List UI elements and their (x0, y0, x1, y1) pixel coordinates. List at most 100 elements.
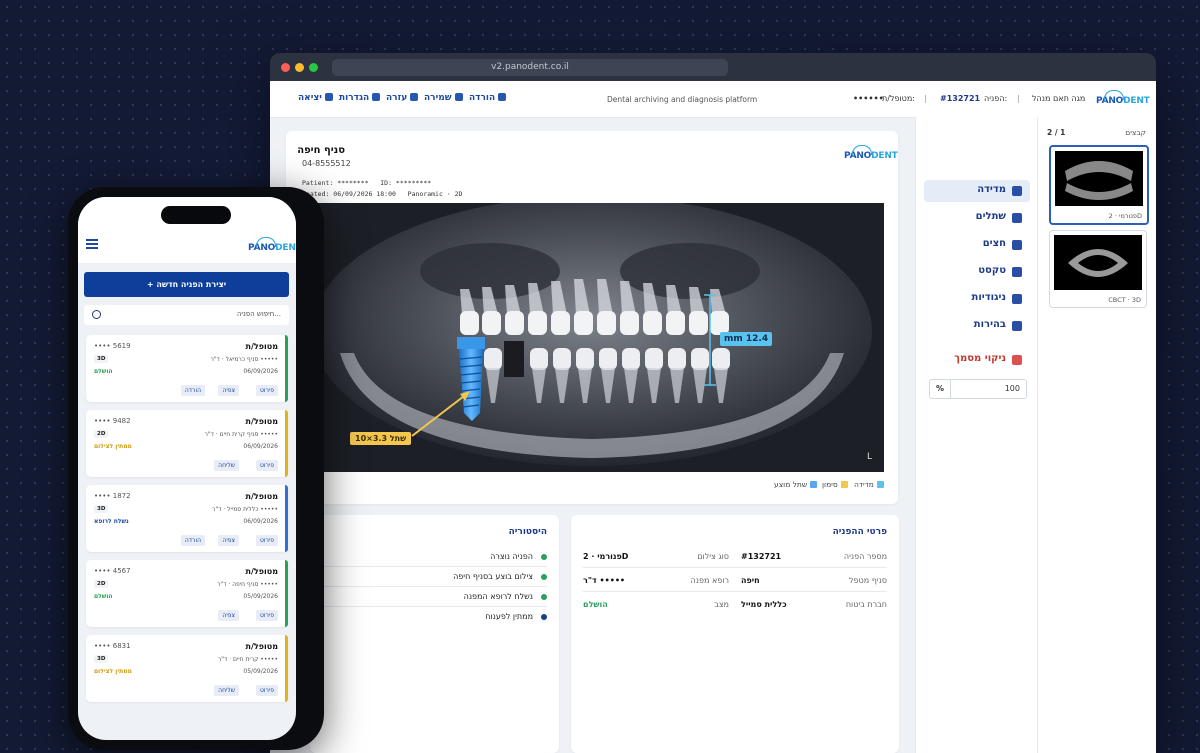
logo-arc-icon (852, 145, 872, 155)
search-icon (92, 310, 101, 319)
card-action-button[interactable]: צפיה (218, 610, 239, 621)
row-divider (583, 567, 887, 568)
card-action-button[interactable]: צפיה (218, 385, 239, 396)
card-action-button[interactable]: הורדה (180, 535, 205, 546)
zoom-divider (950, 380, 951, 398)
card-action-button[interactable]: פירוט (255, 460, 278, 471)
card-id: •••• 4567 (94, 567, 131, 575)
status-text: הושלם (94, 593, 113, 600)
logo-arc-icon (256, 237, 276, 247)
status-value: הושלם (583, 600, 608, 609)
detail-value: #132721 (741, 552, 782, 561)
side-marker: L (867, 452, 873, 462)
detail-value: חיפה (741, 576, 760, 585)
card-action-button[interactable]: פירוט (255, 385, 278, 396)
card-id: •••• 6831 (94, 642, 131, 650)
status-text: הושלם (94, 368, 113, 375)
logout-button[interactable]: יציאה (298, 93, 333, 103)
card-date: 05/09/2026 (243, 668, 278, 675)
minimize-window-icon[interactable] (295, 63, 304, 72)
file-thumb-panoramic[interactable]: פנורמי · 2D (1049, 145, 1149, 225)
logout-icon (324, 93, 333, 101)
address-bar[interactable]: v2.panodent.co.il (332, 59, 728, 76)
tool-arrows[interactable]: חצים (924, 234, 1030, 256)
patient-info-line: Patient: ******** ID: ********* (302, 179, 432, 187)
row-divider (310, 606, 547, 607)
tool-contrast[interactable]: ניגודיות (924, 288, 1030, 310)
card-action-button[interactable]: שליחה (214, 685, 239, 696)
user-name: מגה תאם מנהל (1032, 94, 1086, 103)
row-divider (310, 586, 547, 587)
settings-button[interactable]: הגדרות (339, 93, 381, 103)
zoom-input[interactable]: % 100 (929, 379, 1027, 399)
clear-document-button[interactable]: ניקוי מסמך (924, 349, 1030, 371)
card-action-button[interactable]: פירוט (255, 610, 278, 621)
card-date: 06/09/2026 (243, 518, 278, 525)
referral-card[interactable]: מטופל/ת •••• 5619 3D סניף כרמיאל · ד"ר ••••… (86, 335, 288, 402)
file-thumbnail-image (1054, 235, 1142, 290)
referral-card[interactable]: מטופל/ת •••• 6831 3D קרית חיים · ד"ר ••••• מ… (86, 635, 288, 702)
card-action-button[interactable]: צפיה (218, 535, 239, 546)
detail-label: מספר הפניה (843, 552, 887, 561)
arrow-icon (1012, 240, 1022, 250)
maximize-window-icon[interactable] (309, 63, 318, 72)
implant-icon (1012, 213, 1022, 223)
new-referral-button[interactable]: + יצירת הפניה חדשה (84, 272, 289, 297)
browser-window: v2.panodent.co.il יציאה הגדרות עזרה שמיר… (270, 53, 1156, 753)
trash-icon (1012, 355, 1022, 365)
card-date: 06/09/2026 (243, 443, 278, 450)
contrast-icon (1012, 294, 1022, 304)
brightness-icon (1012, 321, 1022, 331)
card-title: מטופל/ת (245, 492, 278, 501)
tool-brightness[interactable]: בהירות (924, 315, 1030, 337)
help-icon (410, 93, 419, 101)
detail-label: מצב (714, 600, 729, 609)
card-action-button[interactable]: פירוט (255, 685, 278, 696)
status-bar (285, 560, 288, 627)
close-window-icon[interactable] (281, 63, 290, 72)
referral-card[interactable]: מטופל/ת •••• 1872 3D כללית סמייל · ד"ר ••••… (86, 485, 288, 552)
referral-details-card: פרטי ההפניה מספר הפניה #132721 סוג צילום פנ… (571, 515, 899, 753)
row-divider (583, 591, 887, 592)
card-action-button[interactable]: שליחה (214, 460, 239, 471)
history-title: היסטוריה (508, 527, 547, 537)
legend-item-planned-implant: שתל מוצע (774, 480, 818, 489)
history-item: צילום בוצע בסניף חיפה (453, 572, 533, 581)
nav-divider: | (1017, 94, 1020, 103)
card-title: מטופל/ת (245, 642, 278, 651)
referral-card[interactable]: מטופל/ת •••• 4567 2D סניף חיפה · ד"ר ••••• ה… (86, 560, 288, 627)
status-text: ממתין לצילום (94, 443, 132, 450)
measurement-label[interactable]: mm 12.4 (720, 332, 773, 346)
browser-titlebar: v2.panodent.co.il (270, 53, 1156, 81)
card-action-button[interactable]: פירוט (255, 535, 278, 546)
history-item: ממתין לפענוח (485, 612, 533, 621)
tool-implants[interactable]: שתלים (924, 207, 1030, 229)
download-button[interactable]: הורדה (469, 93, 507, 103)
jaw-shape-icon (1068, 249, 1128, 277)
referral-value: #132721 (940, 94, 981, 103)
xray-viewer[interactable]: mm 12.4 שתל 3.3×10 L (300, 203, 884, 472)
top-navigation: יציאה הגדרות עזרה שמירה הורדה Dental arc… (270, 81, 1156, 118)
scan-type-badge: 3D (94, 505, 109, 513)
card-subtitle: כללית סמייל · ד"ר ••••• (211, 506, 278, 513)
text-icon (1012, 267, 1022, 277)
file-caption: פנורמי · 2D (1108, 212, 1142, 220)
branch-phone: 04-8555512 (302, 159, 351, 168)
referral-card[interactable]: מטופל/ת •••• 9482 2D סניף קרית חיים · ד"ר •… (86, 410, 288, 477)
files-title: קבצים (1125, 128, 1146, 137)
created-info-line: reated: 06/09/2026 18:00 Panoramic · 2D (302, 190, 463, 198)
tool-measure[interactable]: מדידה (924, 180, 1030, 202)
brand-logo[interactable]: PANODENT (1096, 90, 1150, 106)
file-thumb-cbct[interactable]: CBCT · 3D (1049, 230, 1147, 308)
search-placeholder: חיפוש הפניה... (236, 310, 281, 318)
save-button[interactable]: שמירה (424, 93, 463, 103)
scan-type-badge: 2D (94, 580, 109, 588)
hamburger-menu-icon[interactable] (86, 243, 98, 245)
help-button[interactable]: עזרה (386, 93, 419, 103)
tool-text[interactable]: טקסט (924, 261, 1030, 283)
card-subtitle: קרית חיים · ד"ר ••••• (217, 656, 278, 663)
mobile-search-input[interactable]: חיפוש הפניה... (84, 305, 289, 325)
implant-label[interactable]: שתל 3.3×10 (350, 432, 412, 445)
card-action-button[interactable]: הורדה (180, 385, 205, 396)
phone-notch (161, 206, 231, 224)
